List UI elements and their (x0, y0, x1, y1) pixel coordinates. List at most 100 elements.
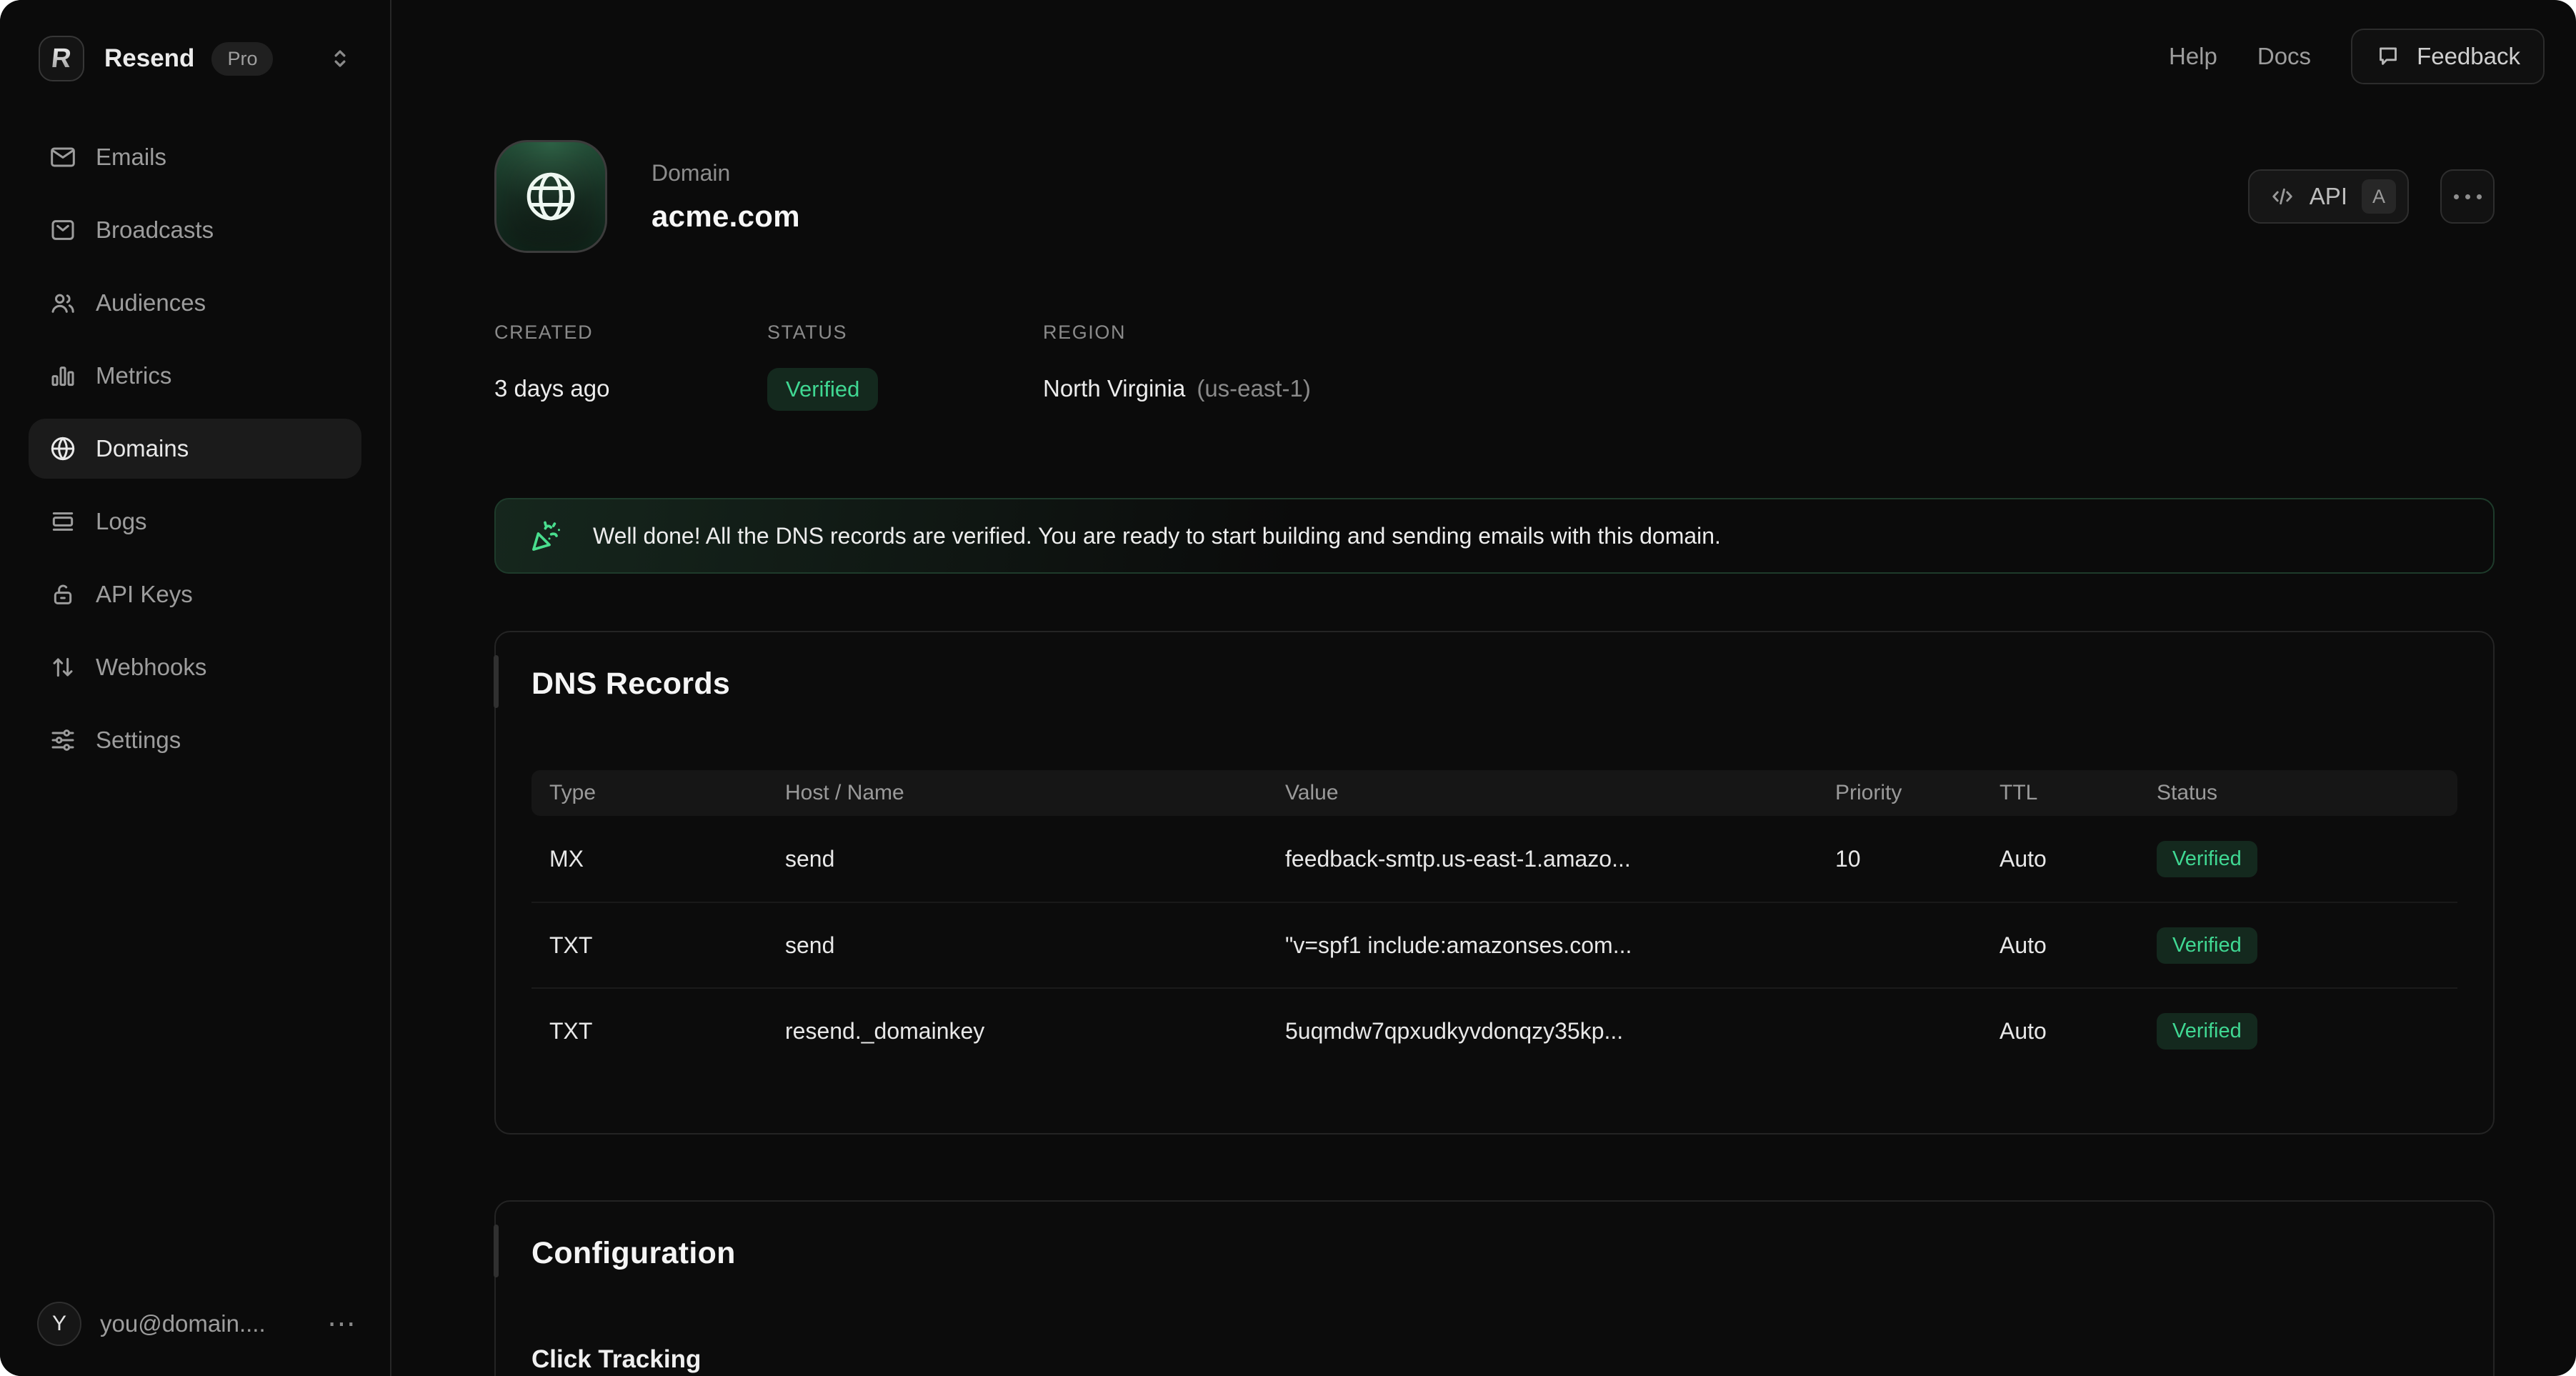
header-actions: API A (2248, 169, 2495, 224)
sidebar-item-api-keys[interactable]: API Keys (29, 564, 361, 624)
ellipsis-icon (2454, 194, 2459, 199)
docs-link[interactable]: Docs (2257, 43, 2311, 70)
table-row[interactable]: MX send feedback-smtp.us-east-1.amazo...… (531, 816, 2457, 902)
cell-status: Verified (2157, 841, 2440, 877)
column-header-type: Type (549, 781, 785, 805)
cell-value: feedback-smtp.us-east-1.amazo... (1285, 846, 1835, 872)
region-code: (us-east-1) (1197, 375, 1311, 402)
dns-table-header: Type Host / Name Value Priority TTL Stat… (531, 770, 2457, 816)
brand-name: Resend (104, 44, 194, 73)
avatar: Y (37, 1302, 81, 1346)
sliders-icon (49, 726, 77, 754)
feedback-button[interactable]: Feedback (2351, 29, 2545, 84)
domain-meta: CREATED 3 days ago STATUS Verified REGIO… (494, 321, 2495, 411)
cell-host: resend._domainkey (785, 1018, 1285, 1045)
cell-type: TXT (549, 932, 785, 959)
sidebar-item-label: Webhooks (96, 654, 206, 681)
party-popper-icon (529, 517, 566, 554)
domain-globe-badge (494, 140, 607, 253)
user-menu[interactable]: Y you@domain.... ⋯ (37, 1302, 359, 1346)
sidebar-nav: Emails Broadcasts Audiences Metrics Doma… (0, 127, 390, 770)
list-icon (49, 507, 77, 536)
page-title: acme.com (652, 199, 800, 234)
meta-value: North Virginia (us-east-1) (1043, 368, 1311, 409)
panel-accent-bar (494, 1225, 499, 1277)
sidebar-item-label: Domains (96, 435, 189, 462)
meta-created: CREATED 3 days ago (494, 321, 767, 411)
user-email: you@domain.... (100, 1310, 266, 1337)
page-content: Domain acme.com API A CREATED (391, 140, 2495, 1376)
sidebar: R Resend Pro Emails Broadcasts Audiences… (0, 0, 391, 1376)
cell-status: Verified (2157, 1013, 2440, 1050)
dns-records-panel: DNS Records Type Host / Name Value Prior… (494, 631, 2495, 1135)
panel-accent-bar (494, 655, 499, 708)
status-badge: Verified (767, 368, 878, 411)
domain-titles: Domain acme.com (652, 160, 800, 234)
app-window: R Resend Pro Emails Broadcasts Audiences… (0, 0, 2576, 1376)
cell-host: send (785, 846, 1285, 872)
globe-icon (49, 434, 77, 463)
chat-bubble-icon (2375, 44, 2401, 69)
lock-icon (49, 580, 77, 609)
cell-ttl: Auto (2000, 1018, 2157, 1045)
cell-type: TXT (549, 1018, 785, 1045)
page-eyebrow: Domain (652, 160, 800, 186)
cell-priority: 10 (1835, 846, 2000, 872)
api-button-label: API (2310, 183, 2347, 210)
resend-logo: R (39, 36, 84, 81)
column-header-host: Host / Name (785, 781, 1285, 805)
configuration-title: Configuration (531, 1236, 2457, 1271)
sidebar-item-broadcasts[interactable]: Broadcasts (29, 200, 361, 260)
sidebar-item-label: API Keys (96, 581, 193, 608)
main-area: Help Docs Feedback Domain acme.com (391, 0, 2576, 1376)
meta-value: Verified (767, 368, 1043, 411)
cell-ttl: Auto (2000, 932, 2157, 959)
sidebar-item-label: Metrics (96, 362, 171, 389)
meta-value: 3 days ago (494, 368, 767, 409)
status-badge: Verified (2157, 927, 2257, 964)
sidebar-item-label: Broadcasts (96, 216, 214, 244)
bar-chart-icon (49, 362, 77, 390)
cell-host: send (785, 932, 1285, 959)
sidebar-item-emails[interactable]: Emails (29, 127, 361, 187)
workspace-switcher[interactable]: R Resend Pro (0, 0, 390, 81)
meta-label: REGION (1043, 321, 1311, 344)
topbar: Help Docs Feedback (391, 0, 2576, 84)
more-options-button[interactable] (2440, 169, 2495, 224)
sidebar-item-label: Audiences (96, 289, 206, 316)
table-row[interactable]: TXT resend._domainkey 5uqmdw7qpxudkyvdon… (531, 987, 2457, 1073)
arrows-up-down-icon (49, 653, 77, 682)
domain-header: Domain acme.com API A (494, 140, 2495, 253)
ellipsis-icon[interactable]: ⋯ (327, 1310, 359, 1338)
inbox-icon (49, 216, 77, 244)
meta-status: STATUS Verified (767, 321, 1043, 411)
keyboard-shortcut-badge: A (2362, 179, 2396, 214)
code-icon (2270, 184, 2295, 209)
status-badge: Verified (2157, 841, 2257, 877)
avatar-initial: Y (52, 1312, 66, 1336)
resend-logo-letter: R (50, 44, 73, 74)
mail-icon (49, 143, 77, 171)
cell-status: Verified (2157, 927, 2440, 964)
column-header-status: Status (2157, 781, 2440, 805)
sidebar-item-label: Emails (96, 144, 166, 171)
users-icon (49, 289, 77, 317)
sidebar-item-settings[interactable]: Settings (29, 710, 361, 770)
sidebar-item-logs[interactable]: Logs (29, 492, 361, 552)
click-tracking-label: Click Tracking (531, 1345, 2457, 1374)
status-badge: Verified (2157, 1013, 2257, 1050)
sidebar-item-webhooks[interactable]: Webhooks (29, 637, 361, 697)
chevron-up-down-icon[interactable] (326, 44, 354, 73)
sidebar-item-label: Logs (96, 508, 147, 535)
sidebar-item-audiences[interactable]: Audiences (29, 273, 361, 333)
globe-icon (521, 167, 580, 226)
help-link[interactable]: Help (2169, 43, 2217, 70)
cell-ttl: Auto (2000, 846, 2157, 872)
meta-label: STATUS (767, 321, 1043, 344)
sidebar-item-domains[interactable]: Domains (29, 419, 361, 479)
sidebar-item-metrics[interactable]: Metrics (29, 346, 361, 406)
cell-type: MX (549, 846, 785, 872)
api-button[interactable]: API A (2248, 169, 2409, 224)
configuration-panel: Configuration Click Tracking (494, 1200, 2495, 1376)
table-row[interactable]: TXT send "v=spf1 include:amazonses.com..… (531, 902, 2457, 987)
